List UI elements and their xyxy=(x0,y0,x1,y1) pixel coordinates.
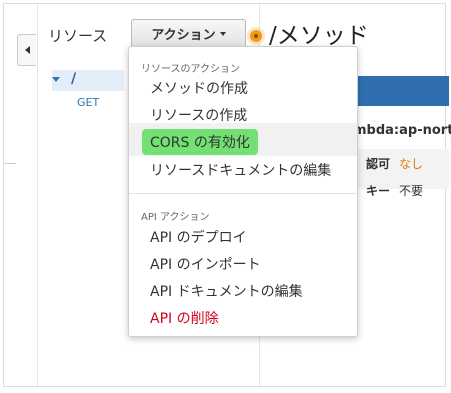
tree-item-get[interactable]: GET xyxy=(77,96,99,109)
orange-pointer-icon xyxy=(250,30,262,42)
menu-item-edit-resource-docs[interactable]: リソースドキュメントの編集 xyxy=(150,160,331,180)
menu-item-delete-api[interactable]: API の削除 xyxy=(150,308,219,328)
rail-divider xyxy=(4,163,16,164)
menu-item-create-method[interactable]: メソッドの作成 xyxy=(150,78,248,98)
chevron-left-icon xyxy=(24,46,30,54)
menu-item-edit-api-docs[interactable]: API ドキュメントの編集 xyxy=(150,281,303,301)
chevron-down-icon xyxy=(219,31,226,36)
auth-value: なし xyxy=(399,157,424,171)
api-key-label: キー xyxy=(366,184,391,198)
arn-text: mbda:ap-nort xyxy=(353,123,451,138)
auth-label: 認可 xyxy=(366,157,391,171)
method-header-bar xyxy=(349,76,449,106)
menu-item-deploy-api[interactable]: API のデプロイ xyxy=(150,227,247,247)
tree-item-root[interactable]: / xyxy=(52,70,124,91)
api-actions-header: API アクション xyxy=(141,212,210,223)
menu-item-create-resource[interactable]: リソースの作成 xyxy=(150,105,247,125)
collapse-panel-button[interactable] xyxy=(17,34,36,66)
actions-button-label: アクション xyxy=(151,28,216,43)
caret-down-icon[interactable] xyxy=(52,77,60,82)
actions-button[interactable]: アクション xyxy=(131,19,246,48)
method-title: /メソッド xyxy=(269,23,369,49)
actions-dropdown-menu: リソースのアクション メソッドの作成 リソースの作成 CORS の有効化 リソー… xyxy=(128,46,358,337)
resource-actions-header: リソースのアクション xyxy=(141,64,240,75)
tree-root-label: / xyxy=(71,71,77,87)
api-key-value: 不要 xyxy=(399,184,424,198)
resources-title: リソース xyxy=(48,27,108,45)
menu-item-enable-cors[interactable]: CORS の有効化 xyxy=(142,129,258,155)
menu-divider xyxy=(129,193,357,194)
menu-item-import-api[interactable]: API のインポート xyxy=(150,254,261,274)
